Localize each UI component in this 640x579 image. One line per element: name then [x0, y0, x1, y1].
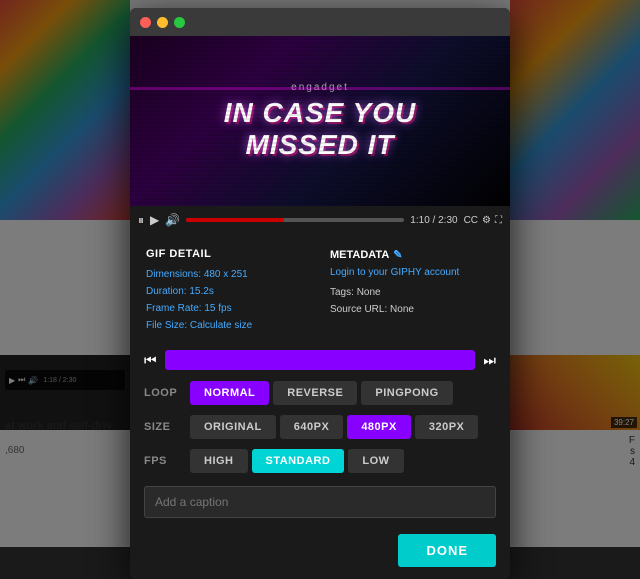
slider-section: ⏮ ⏭ — [130, 344, 510, 376]
caption-row — [130, 478, 510, 526]
video-content: engadget IN CASE YOU MISSED IT — [130, 36, 510, 206]
pause-button[interactable]: ⏸ — [138, 213, 144, 228]
minimize-dot[interactable] — [157, 17, 168, 28]
fullscreen-button[interactable]: ⛶ — [495, 215, 502, 226]
done-row: DONE — [130, 526, 510, 579]
play-button[interactable]: ▶ — [150, 213, 159, 227]
gif-detail-heading: GIF DETAIL — [146, 248, 310, 260]
time-display: 1:10 / 2:30 — [410, 215, 457, 226]
size-btn-group: ORIGINAL 640PX 480PX 320PX — [190, 415, 478, 439]
gif-filesize: File Size: Calculate size — [146, 317, 310, 334]
volume-button[interactable]: 🔊 — [165, 213, 180, 227]
fps-high-btn[interactable]: HIGH — [190, 449, 248, 473]
loop-label: LOOP — [144, 387, 190, 399]
loop-pingpong-btn[interactable]: PINGPONG — [361, 381, 452, 405]
video-title-line2: MISSED IT — [245, 129, 394, 161]
size-row: SIZE ORIGINAL 640PX 480PX 320PX — [130, 410, 510, 444]
size-640-btn[interactable]: 640PX — [280, 415, 344, 439]
close-dot[interactable] — [140, 17, 151, 28]
size-320-btn[interactable]: 320PX — [415, 415, 479, 439]
metadata-tags: Tags: None — [330, 284, 494, 301]
fps-label: FPS — [144, 455, 190, 467]
fps-btn-group: HIGH STANDARD LOW — [190, 449, 404, 473]
metadata-source: Source URL: None — [330, 301, 494, 318]
size-original-btn[interactable]: ORIGINAL — [190, 415, 276, 439]
loop-reverse-btn[interactable]: REVERSE — [273, 381, 357, 405]
cc-button[interactable]: CC — [464, 215, 478, 226]
fps-row: FPS HIGH STANDARD LOW — [130, 444, 510, 478]
gif-detail: GIF DETAIL Dimensions: 480 x 251 Duratio… — [146, 248, 310, 334]
gif-dimensions: Dimensions: 480 x 251 — [146, 266, 310, 283]
video-title-line1: IN CASE YOU — [224, 97, 417, 129]
fps-low-btn[interactable]: LOW — [348, 449, 403, 473]
edit-icon[interactable]: ✎ — [393, 248, 402, 261]
metadata-section: METADATA ✎ Login to your GIPHY account T… — [330, 248, 494, 334]
progress-bar[interactable] — [186, 218, 404, 222]
video-glitch — [130, 87, 510, 90]
slider-right-btn[interactable]: ⏭ — [483, 352, 496, 369]
done-button[interactable]: DONE — [398, 534, 496, 567]
login-link[interactable]: Login to your GIPHY account — [330, 267, 494, 278]
video-area: engadget IN CASE YOU MISSED IT — [130, 36, 510, 206]
progress-fill — [186, 218, 284, 222]
gif-framerate: Frame Rate: 15 fps — [146, 300, 310, 317]
size-label: SIZE — [144, 421, 190, 433]
video-controls: ⏸ ▶ 🔊 1:10 / 2:30 CC ⚙ ⛶ — [130, 206, 510, 234]
slider-track[interactable] — [165, 350, 476, 370]
caption-input[interactable] — [144, 486, 496, 518]
gif-duration: Duration: 15.2s — [146, 283, 310, 300]
fps-standard-btn[interactable]: STANDARD — [252, 449, 345, 473]
titlebar — [130, 8, 510, 36]
slider-left-btn[interactable]: ⏮ — [144, 352, 157, 369]
settings-button[interactable]: ⚙ — [482, 215, 491, 226]
loop-row: LOOP NORMAL REVERSE PINGPONG — [130, 376, 510, 410]
maximize-dot[interactable] — [174, 17, 185, 28]
detail-section: GIF DETAIL Dimensions: 480 x 251 Duratio… — [130, 234, 510, 344]
size-480-btn[interactable]: 480PX — [347, 415, 411, 439]
loop-normal-btn[interactable]: NORMAL — [190, 381, 269, 405]
modal-window: engadget IN CASE YOU MISSED IT ⏸ ▶ 🔊 1:1… — [130, 8, 510, 579]
extra-controls: CC ⚙ ⛶ — [464, 215, 502, 226]
metadata-heading: METADATA ✎ — [330, 248, 494, 261]
loop-btn-group: NORMAL REVERSE PINGPONG — [190, 381, 453, 405]
